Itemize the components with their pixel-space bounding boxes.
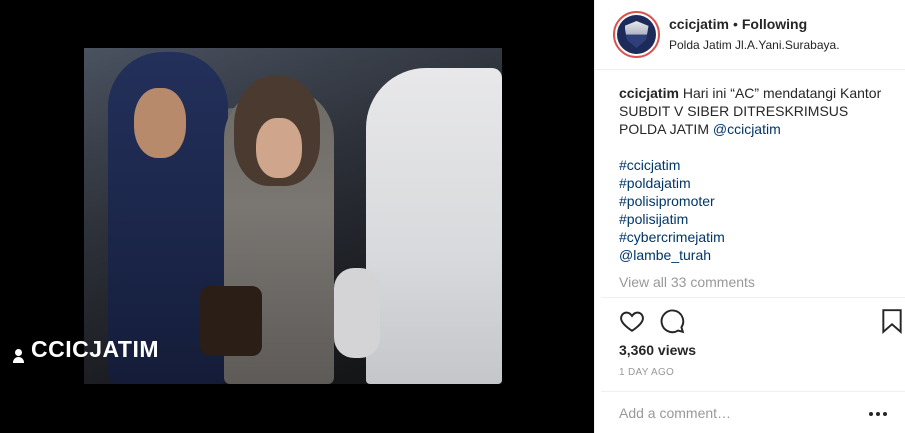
caption-username[interactable]: ccicjatim [619, 85, 679, 101]
username-link[interactable]: ccicjatim [669, 16, 729, 32]
bookmark-icon[interactable] [879, 308, 905, 334]
hashtag-link[interactable]: #polisijatim [619, 210, 887, 228]
post-date[interactable]: 1 DAY AGO [619, 367, 674, 378]
video-watermark: CCICJATIM [12, 333, 159, 365]
divider [601, 297, 905, 298]
avatar-image [617, 15, 656, 54]
watermark-text: CCICJATIM [31, 335, 160, 362]
post-media[interactable]: CCICJATIM [0, 0, 594, 433]
header-text: ccicjatim • Following Polda Jatim Jl.A.Y… [669, 16, 840, 52]
post-header: ccicjatim • Following Polda Jatim Jl.A.Y… [595, 0, 905, 70]
handbag [200, 286, 262, 356]
hashtag-link[interactable]: #polisipromoter [619, 192, 887, 210]
man-arm [334, 268, 380, 358]
hashtag-list: #ccicjatim #poldajatim #polisipromoter #… [619, 156, 887, 264]
hashtag-link[interactable]: #ccicjatim [619, 156, 887, 174]
location-link[interactable]: Polda Jatim Jl.A.Yani.Surabaya. [669, 38, 840, 52]
caption: ccicjatim Hari ini “AC” mendatangi Kanto… [595, 70, 905, 291]
separator-dot: • [732, 16, 738, 33]
comment-icon[interactable] [659, 308, 685, 334]
view-all-comments-link[interactable]: View all 33 comments [619, 273, 887, 291]
woman-face [256, 118, 302, 178]
heart-icon[interactable] [619, 308, 645, 334]
more-options-icon[interactable] [869, 412, 887, 416]
view-count[interactable]: 3,360 views [619, 342, 696, 358]
person-icon [12, 349, 26, 365]
hashtag-link[interactable]: #poldajatim [619, 174, 887, 192]
man-figure [366, 68, 502, 384]
divider [601, 391, 905, 392]
avatar[interactable] [613, 11, 660, 58]
shield-logo-icon [624, 21, 649, 48]
caption-mention[interactable]: @ccicjatim [713, 121, 781, 137]
following-button[interactable]: Following [742, 16, 807, 32]
post-details-panel: ccicjatim • Following Polda Jatim Jl.A.Y… [594, 0, 905, 433]
comment-input[interactable]: Add a comment… [619, 405, 731, 421]
hashtag-link[interactable]: #cybercrimejatim [619, 228, 887, 246]
action-bar [619, 308, 905, 336]
mention-link[interactable]: @lambe_turah [619, 246, 887, 264]
officer-face [134, 88, 186, 158]
